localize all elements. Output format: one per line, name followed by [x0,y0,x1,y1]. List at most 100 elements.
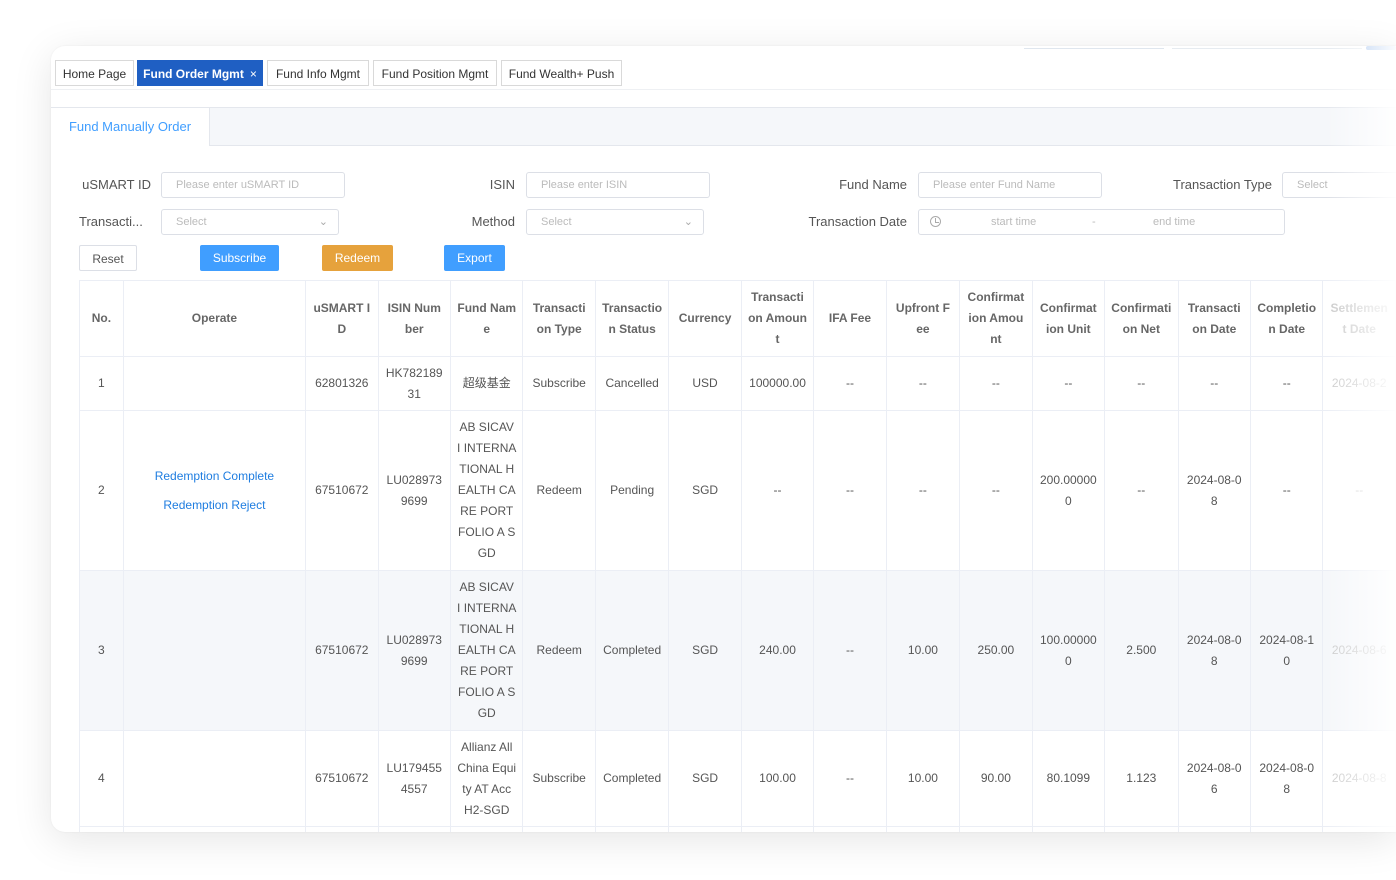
redemption-complete-link[interactable]: Redemption Complete [130,466,299,487]
cell-transaction-amount: 100000.00 [740,356,815,411]
cell-usmart-id: 67510672 [305,730,379,827]
table-row: 3 67510672 LU0289739699 AB SICAV I INTER… [79,570,1396,731]
cell-confirmation-amount: 250.00 [959,570,1033,731]
table-header-row: No. Operate uSMART ID ISIN Number Fund N… [79,280,1396,357]
cell-settlement-date: 2024-08-2 [1322,356,1396,411]
cell-operate [122,730,307,827]
export-button[interactable]: Export [444,245,505,271]
tab-label: Fund Position Mgmt [381,67,489,81]
cell-ifa-fee: -- [813,410,887,571]
cell-currency: SGD [668,570,742,731]
cell-transaction-status: Pending [594,410,670,571]
column-header: Confirmation Amount [959,280,1033,357]
top-accent [1366,46,1396,50]
cell-upfront-fee: 10.00 [885,730,961,827]
column-header: Completion Date [1249,280,1324,357]
divider [51,89,1396,90]
tab-home-page[interactable]: Home Page [55,60,134,86]
cell-confirmation-net: -- [1104,356,1179,411]
main-window: Home Page Fund Order Mgmt × Fund Info Mgm… [51,46,1396,832]
cell-currency: SGD [668,730,742,827]
column-header: No. [79,280,124,357]
cell-transaction-amount: 240.00 [740,570,815,731]
cell-operate [122,570,307,731]
tab-label: Home Page [62,67,127,81]
tab-fund-info-mgmt[interactable]: Fund Info Mgmt [267,60,369,86]
chevron-down-icon: ⌄ [683,216,693,228]
column-header: Settlement Date [1322,280,1396,357]
fund-name-input[interactable]: Please enter Fund Name [918,172,1102,198]
column-header: Currency [668,280,742,357]
column-header: Confirmation Unit [1031,280,1106,357]
cell-usmart-id: 67510672 [305,410,379,571]
tab-label: Fund Order Mgmt [143,67,244,81]
cell-fund-name: 超级基金 [449,356,524,411]
orders-table: No. Operate uSMART ID ISIN Number Fund N… [79,280,1396,832]
cell-confirmation-net: 2.500 [1104,570,1179,731]
method-select[interactable]: Select ⌄ [526,209,704,235]
tab-fund-order-mgmt[interactable]: Fund Order Mgmt × [137,60,263,86]
cell-confirmation-unit: -- [1031,356,1106,411]
column-header: Confirmation Net [1104,280,1179,357]
cell-isin: LU0289739699 [377,570,451,731]
column-header: Transaction Amount [740,280,815,357]
tab-label: Fund Wealth+ Push [508,67,615,81]
start-time-input[interactable]: start time [991,210,1036,234]
cell-transaction-amount: -- [740,410,815,571]
cell-confirmation-amount: -- [959,356,1033,411]
tab-fund-wealth-push[interactable]: Fund Wealth+ Push [501,60,622,86]
cell-transaction-type: Subscribe [522,730,596,827]
tab-label: Fund Info Mgmt [275,67,361,81]
tab-fund-position-mgmt[interactable]: Fund Position Mgmt [373,60,497,86]
cell-settlement-date: 2024-08-8 [1322,730,1396,827]
isin-label: ISIN [489,177,515,192]
fund-name-label: Fund Name [839,177,907,192]
top-toolbar-edge [1024,46,1396,50]
column-header: Transaction Date [1177,280,1251,357]
transaction-date-range[interactable]: start time - end time [918,209,1285,235]
cell-confirmation-net: -- [1104,410,1179,571]
cell-upfront-fee: -- [885,410,961,571]
redeem-button[interactable]: Redeem [322,245,393,271]
cell-transaction-status: Completed [594,570,670,731]
cell-transaction-type: Redeem [522,570,596,731]
column-header: IFA Fee [813,280,887,357]
select-value: Select [541,216,572,228]
cell-settlement-date: -- [1322,410,1396,571]
tab-fund-manually-order[interactable]: Fund Manually Order [51,108,210,146]
close-icon[interactable]: × [250,67,257,81]
cell-fund-name: AB SICAV I INTERNATIONAL HEALTH CARE POR… [449,570,524,731]
cell-currency: USD [668,356,742,411]
cell-confirmation-unit: 100.000000 [1031,570,1106,731]
reset-button[interactable]: Reset [79,245,137,271]
cell-settlement-date: 2024-08-6 [1322,570,1396,731]
subscribe-button[interactable]: Subscribe [200,245,279,271]
cell-operate: Redemption Complete Redemption Reject [122,410,307,571]
cell-confirmation-net: 1.123 [1104,730,1179,827]
isin-input[interactable]: Please enter ISIN [526,172,710,198]
cell-no: 4 [79,730,124,827]
column-header: Transaction Type [522,280,596,357]
cell-isin: LU0289739699 [377,410,451,571]
cell-usmart-id: 62801326 [305,356,379,411]
table-row: 2 Redemption Complete Redemption Reject … [79,410,1396,571]
cell-transaction-type: Subscribe [522,356,596,411]
cell-confirmation-unit: 200.000000 [1031,410,1106,571]
select-value: Select [176,216,207,228]
clock-icon [930,216,941,227]
cell-transaction-date: 2024-08-08 [1177,410,1251,571]
top-divider [1172,48,1362,49]
transaction-status-select[interactable]: Select ⌄ [161,209,339,235]
usmart-id-input[interactable]: Please enter uSMART ID [161,172,345,198]
cell-operate [122,356,307,411]
cell-isin: LU1794554557 [377,730,451,827]
column-header: uSMART ID [305,280,379,357]
redemption-reject-link[interactable]: Redemption Reject [130,495,299,516]
cell-fund-name: AB SICAV I INTERNATIONAL HEALTH CARE POR… [449,410,524,571]
cell-ifa-fee: -- [813,356,887,411]
transaction-type-select[interactable]: Select [1282,172,1396,198]
cell-confirmation-amount: 90.00 [959,730,1033,827]
end-time-input[interactable]: end time [1153,210,1195,234]
column-header: Operate [122,280,307,357]
cell-transaction-date: 2024-08-06 [1177,730,1251,827]
